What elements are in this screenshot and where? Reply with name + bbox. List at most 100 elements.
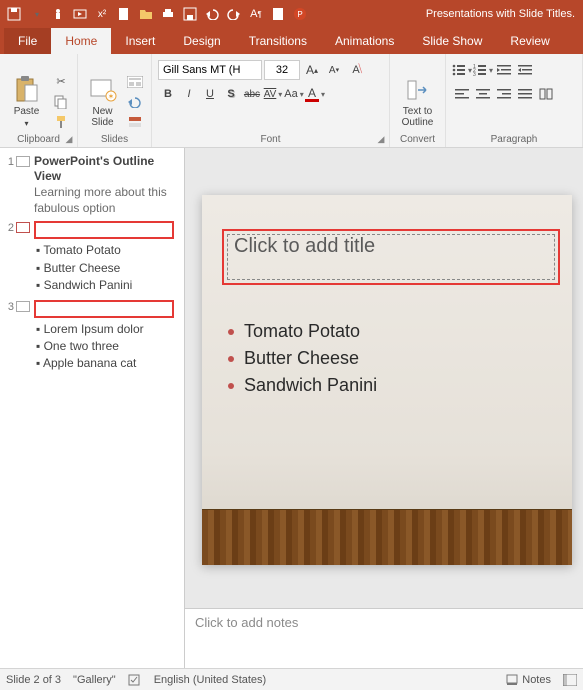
slide-bullet[interactable]: Sandwich Panini — [228, 375, 552, 396]
section-icon[interactable] — [125, 113, 145, 131]
align-right-icon[interactable] — [494, 84, 514, 104]
cut-icon[interactable]: ✂ — [51, 73, 71, 91]
tab-design[interactable]: Design — [169, 28, 234, 54]
font-size-select[interactable] — [264, 60, 300, 80]
outline-slide-thumb-icon[interactable] — [16, 156, 30, 167]
layout-icon[interactable] — [125, 73, 145, 91]
underline-button[interactable]: U — [200, 84, 220, 104]
group-font: A▴ A▾ A⧹ B I U S abc AV Aa A Font ◢ — [152, 54, 390, 147]
outline-slide-2[interactable]: 2 ▪ Tomato Potato ▪ Butter Cheese ▪ Sand… — [4, 220, 180, 294]
font-dialog-launcher[interactable]: ◢ — [375, 133, 387, 145]
save-alt-icon[interactable] — [180, 4, 200, 24]
status-bar: Slide 2 of 3 "Gallery" English (United S… — [0, 668, 583, 690]
outline-bullet[interactable]: ▪ Butter Cheese — [34, 260, 180, 277]
slide-bullet[interactable]: Butter Cheese — [228, 348, 552, 369]
properties-icon[interactable] — [268, 4, 288, 24]
outline-bullet[interactable]: ▪ Tomato Potato — [34, 242, 180, 259]
ppt-app-icon[interactable]: P — [290, 4, 310, 24]
format-painter-icon[interactable] — [51, 113, 71, 131]
outline-slide-num: 2 — [4, 220, 16, 294]
copy-icon[interactable] — [51, 93, 71, 111]
strikethrough-button[interactable]: abc — [242, 84, 262, 104]
status-slide-count[interactable]: Slide 2 of 3 — [6, 674, 61, 686]
status-spellcheck[interactable] — [128, 674, 142, 686]
outline-empty-title-highlight[interactable] — [34, 221, 174, 239]
undo-icon[interactable] — [202, 4, 222, 24]
outline-empty-title-highlight[interactable] — [34, 300, 174, 318]
group-paragraph-label: Paragraph — [446, 134, 582, 145]
notes-pane[interactable]: Click to add notes — [185, 608, 583, 668]
tab-insert[interactable]: Insert — [111, 28, 169, 54]
outline-slide-thumb-icon[interactable] — [16, 301, 30, 312]
slide-title-placeholder[interactable]: Click to add title — [222, 229, 560, 285]
outline-bullet[interactable]: ▪ Apple banana cat — [34, 355, 180, 372]
title-bar: x² A¶ P Presentations with Slide Titles. — [0, 0, 583, 28]
shadow-button[interactable]: S — [221, 84, 241, 104]
align-left-icon[interactable] — [452, 84, 472, 104]
tab-file[interactable]: File — [4, 28, 51, 54]
outline-slide-1[interactable]: 1 PowerPoint's Outline View Learning mor… — [4, 154, 180, 216]
font-name-select[interactable] — [158, 60, 262, 80]
status-theme[interactable]: "Gallery" — [73, 674, 116, 686]
outline-pane[interactable]: 1 PowerPoint's Outline View Learning mor… — [0, 148, 185, 668]
italic-button[interactable]: I — [179, 84, 199, 104]
status-notes-button[interactable]: Notes — [506, 674, 551, 686]
ribbon: Paste ▾ ✂ Clipboard ◢ ✶ New Slide Sli — [0, 54, 583, 148]
new-file-icon[interactable] — [114, 4, 134, 24]
slide-content-placeholder[interactable]: Tomato Potato Butter Cheese Sandwich Pan… — [228, 315, 552, 402]
tab-transitions[interactable]: Transitions — [235, 28, 321, 54]
outline-bullet[interactable]: ▪ Lorem Ipsum dolor — [34, 321, 180, 338]
align-center-icon[interactable] — [473, 84, 493, 104]
decrease-indent-icon[interactable] — [494, 60, 514, 80]
slide-canvas-wrap[interactable]: Click to add title Tomato Potato Butter … — [185, 148, 583, 602]
outline-bullet[interactable]: ▪ One two three — [34, 338, 180, 355]
numbering-icon[interactable]: 123 — [473, 60, 493, 80]
slide-floor-decor — [202, 509, 572, 565]
open-file-icon[interactable] — [136, 4, 156, 24]
font-color-button[interactable]: A — [305, 84, 325, 104]
tab-slideshow[interactable]: Slide Show — [408, 28, 496, 54]
view-normal-icon[interactable] — [563, 674, 577, 686]
quick-access-toolbar: x² A¶ P — [4, 4, 310, 24]
slide-area: Click to add title Tomato Potato Butter … — [185, 148, 583, 668]
outline-slide-title[interactable]: PowerPoint's Outline View — [34, 154, 180, 184]
qat-dropdown[interactable] — [26, 4, 46, 24]
outline-bullet[interactable]: ▪ Sandwich Panini — [34, 277, 180, 294]
char-spacing-button[interactable]: AV — [263, 84, 283, 104]
group-convert: Text to Outline Convert — [390, 54, 446, 147]
outline-slide-subtitle[interactable]: Learning more about this fabulous option — [34, 184, 180, 216]
bullet-dot-icon — [228, 356, 234, 362]
reset-icon[interactable] — [125, 93, 145, 111]
increase-font-icon[interactable]: A▴ — [302, 60, 322, 80]
new-slide-icon: ✶ — [89, 76, 117, 104]
change-case-button[interactable]: Aa — [284, 84, 304, 104]
clipboard-dialog-launcher[interactable]: ◢ — [63, 133, 75, 145]
svg-text:P: P — [297, 10, 302, 19]
clear-formatting-icon[interactable]: A⧹ — [346, 60, 366, 80]
bullets-icon[interactable] — [452, 60, 472, 80]
decrease-font-icon[interactable]: A▾ — [324, 60, 344, 80]
save-icon[interactable] — [4, 4, 24, 24]
format-text-icon[interactable]: A¶ — [246, 4, 266, 24]
columns-icon[interactable] — [536, 84, 556, 104]
bullet-dot-icon — [228, 329, 234, 335]
outline-slide-thumb-icon[interactable] — [16, 222, 30, 233]
quick-print-icon[interactable] — [158, 4, 178, 24]
outline-slide-3[interactable]: 3 ▪ Lorem Ipsum dolor ▪ One two three ▪ … — [4, 299, 180, 373]
touch-mode-icon[interactable] — [48, 4, 68, 24]
bold-button[interactable]: B — [158, 84, 178, 104]
tab-review[interactable]: Review — [496, 28, 563, 54]
redo-icon[interactable] — [224, 4, 244, 24]
justify-icon[interactable] — [515, 84, 535, 104]
group-clipboard: Paste ▾ ✂ Clipboard ◢ — [0, 54, 78, 147]
tab-home[interactable]: Home — [51, 28, 111, 54]
status-language[interactable]: English (United States) — [154, 674, 267, 686]
slide-canvas[interactable]: Click to add title Tomato Potato Butter … — [202, 195, 572, 565]
group-paragraph: 123 Paragraph — [446, 54, 583, 147]
slide-bullet[interactable]: Tomato Potato — [228, 321, 552, 342]
increase-indent-icon[interactable] — [515, 60, 535, 80]
superscript-icon[interactable]: x² — [92, 4, 112, 24]
text-to-outline-icon — [404, 76, 432, 104]
start-from-beginning-icon[interactable] — [70, 4, 90, 24]
tab-animations[interactable]: Animations — [321, 28, 408, 54]
